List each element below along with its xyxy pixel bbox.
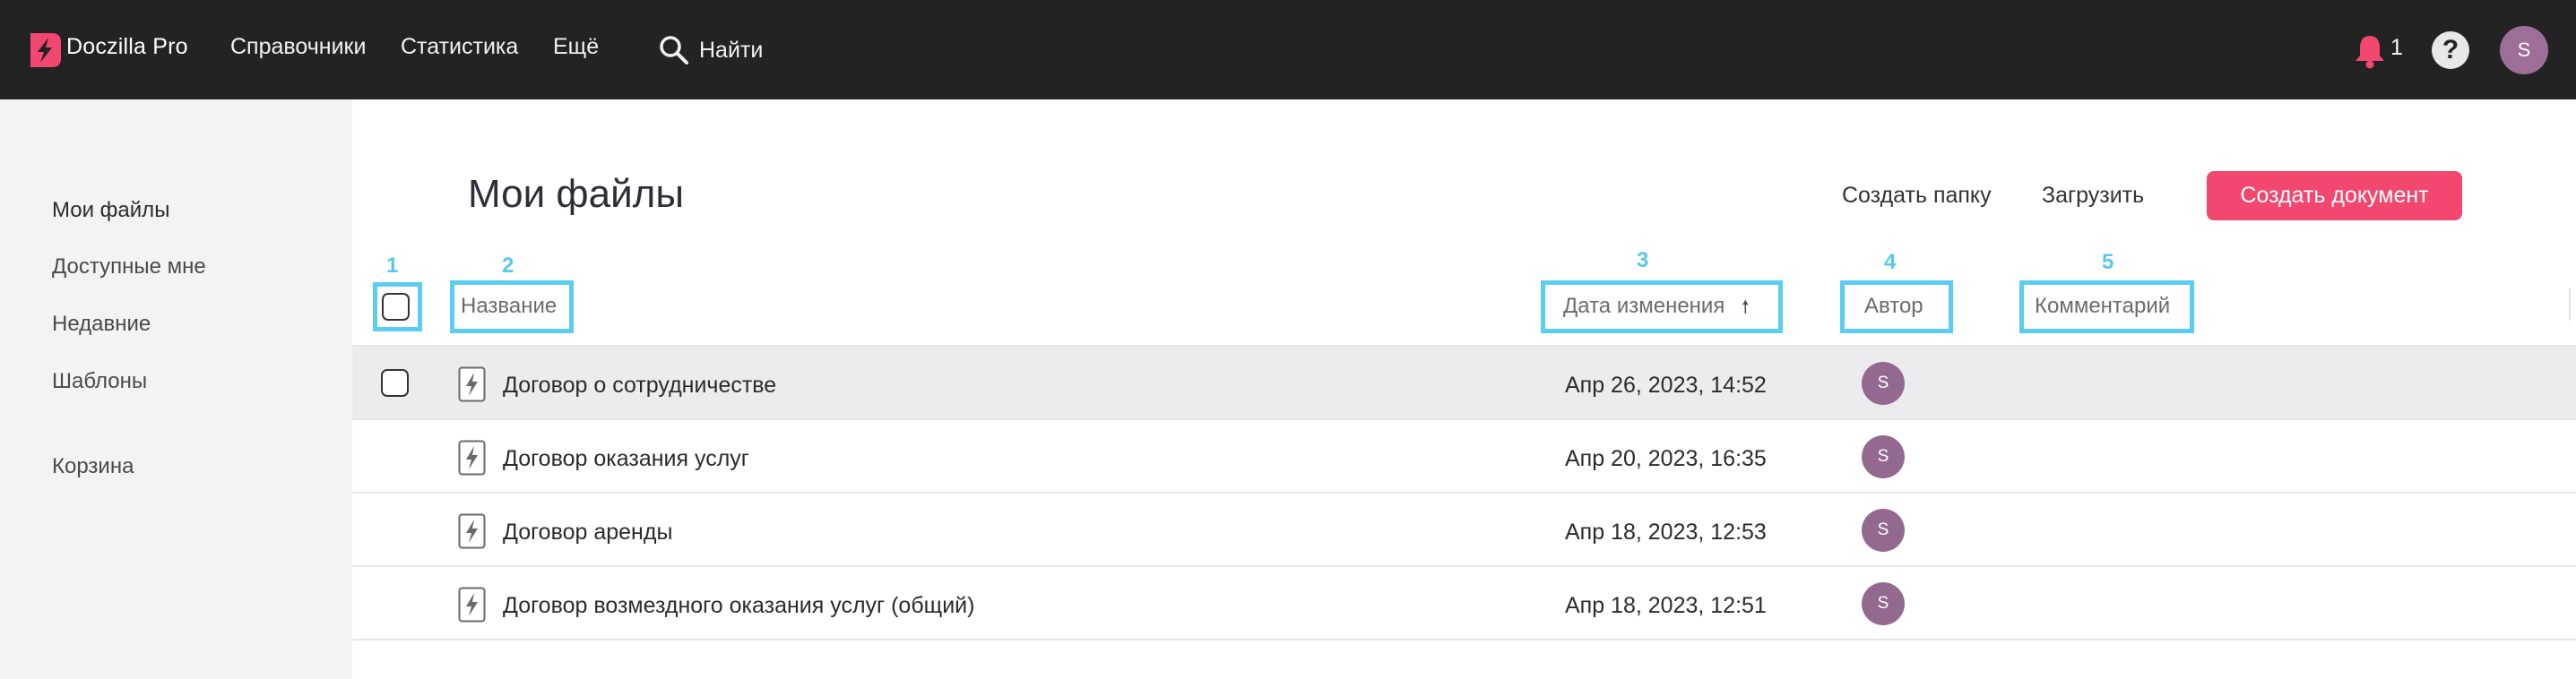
- bell-icon[interactable]: [2352, 32, 2388, 70]
- author-avatar: S: [1862, 362, 1905, 405]
- search-label: Найти: [699, 37, 764, 63]
- search-button[interactable]: Найти: [658, 32, 763, 68]
- modified-date: Апр 18, 2023, 12:51: [1565, 593, 1767, 618]
- document-name[interactable]: Договор о сотрудничестве: [503, 373, 776, 399]
- sort-ascending-icon[interactable]: 🠕: [1742, 294, 1750, 324]
- annotation-number-1: 1: [386, 254, 399, 278]
- column-resize-handle[interactable]: [2569, 288, 2571, 321]
- document-icon: [458, 587, 486, 623]
- modified-date: Апр 26, 2023, 14:52: [1565, 373, 1767, 398]
- sidebar-item-my-files[interactable]: Мои файлы: [52, 198, 169, 223]
- notification-count: 1: [2390, 35, 2403, 60]
- sidebar-item-recent[interactable]: Недавние: [52, 312, 151, 337]
- nav-references[interactable]: Справочники: [230, 34, 366, 60]
- author-avatar: S: [1862, 509, 1905, 552]
- brand-name[interactable]: Doczilla Pro: [66, 34, 188, 60]
- row-checkbox[interactable]: [381, 369, 409, 397]
- sidebar-item-templates[interactable]: Шаблоны: [52, 369, 147, 394]
- user-avatar[interactable]: S: [2500, 26, 2548, 74]
- document-icon: [458, 440, 486, 476]
- sidebar-item-trash[interactable]: Корзина: [52, 454, 134, 479]
- table-row[interactable]: Договор оказания услуг Апр 20, 2023, 16:…: [352, 420, 2576, 494]
- nav-more[interactable]: Ещё: [553, 34, 599, 60]
- page-title: Мои файлы: [468, 172, 684, 216]
- annotation-number-5: 5: [2102, 250, 2114, 274]
- column-header-modified[interactable]: Дата изменения: [1563, 294, 1725, 319]
- column-header-name[interactable]: Название: [461, 294, 557, 319]
- help-icon[interactable]: ?: [2432, 31, 2469, 69]
- table-row[interactable]: Договор аренды Апр 18, 2023, 12:53 S: [352, 494, 2576, 567]
- document-name[interactable]: Договор оказания услуг: [503, 446, 749, 472]
- create-document-button[interactable]: Создать документ: [2207, 171, 2462, 220]
- table-row[interactable]: Договор о сотрудничестве Апр 26, 2023, 1…: [352, 347, 2576, 420]
- doczilla-logo-icon[interactable]: [27, 31, 63, 69]
- annotation-number-4: 4: [1884, 250, 1897, 274]
- document-icon: [458, 366, 486, 402]
- column-header-comment[interactable]: Комментарий: [2035, 294, 2170, 319]
- select-all-checkbox[interactable]: [382, 293, 410, 321]
- modified-date: Апр 20, 2023, 16:35: [1565, 446, 1767, 471]
- modified-date: Апр 18, 2023, 12:53: [1565, 520, 1767, 545]
- document-name[interactable]: Договор возмездного оказания услуг (общи…: [503, 593, 974, 619]
- author-avatar: S: [1862, 582, 1905, 625]
- search-icon: [660, 36, 688, 64]
- document-icon: [458, 513, 486, 549]
- top-navigation-bar: Doczilla Pro Справочники Статистика Ещё …: [0, 0, 2576, 99]
- table-row[interactable]: Договор возмездного оказания услуг (общи…: [352, 567, 2576, 640]
- sidebar-item-shared-with-me[interactable]: Доступные мне: [52, 254, 206, 279]
- annotation-number-2: 2: [502, 254, 514, 278]
- document-name[interactable]: Договор аренды: [503, 520, 672, 546]
- column-header-author[interactable]: Автор: [1864, 294, 1923, 319]
- author-avatar: S: [1862, 435, 1905, 478]
- create-folder-button[interactable]: Создать папку: [1842, 183, 1992, 209]
- sidebar: Мои файлы Доступные мне Недавние Шаблоны…: [0, 99, 352, 679]
- annotation-number-3: 3: [1637, 248, 1649, 272]
- upload-button[interactable]: Загрузить: [2042, 183, 2144, 209]
- nav-statistics[interactable]: Статистика: [401, 34, 518, 60]
